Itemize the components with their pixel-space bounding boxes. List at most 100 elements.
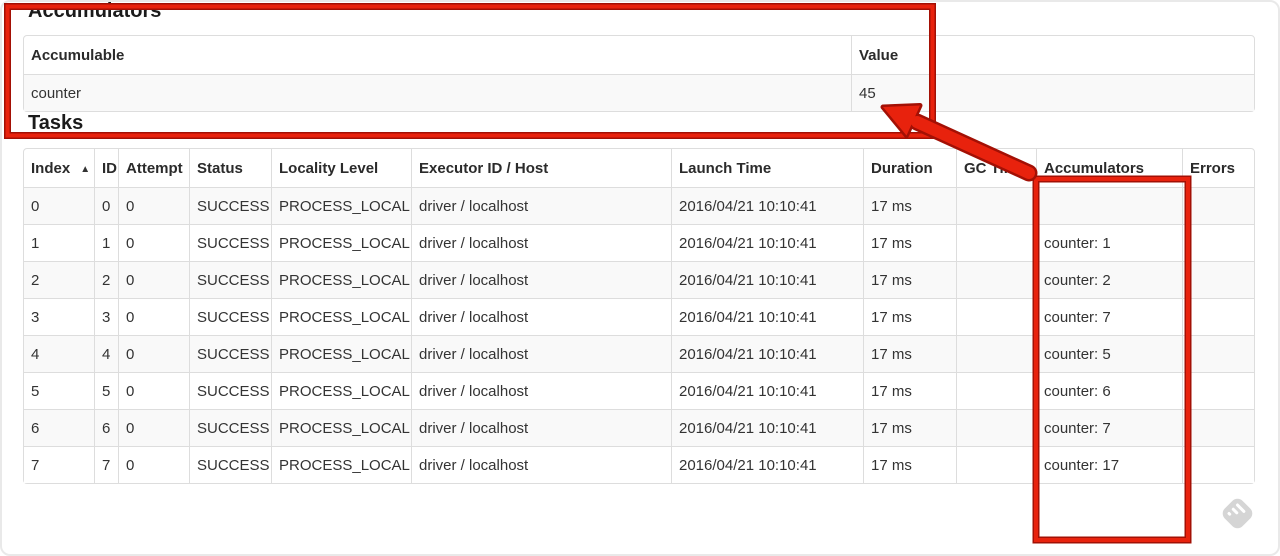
task-row: 3 3 0 SUCCESS PROCESS_LOCAL driver / localhos… [24,298,1254,335]
task-index-cell: 3 [24,298,94,335]
task-executor-cell: driver / localhost [411,409,671,446]
task-duration-cell: 17 ms [863,372,956,409]
task-errors-cell [1182,298,1254,335]
task-id-cell: 1 [94,224,118,261]
task-id-cell: 3 [94,298,118,335]
task-index-cell: 2 [24,261,94,298]
task-locality-cell: PROCESS_LOCAL [271,372,411,409]
watermark-icon [1219,495,1256,532]
col-header-gc-time[interactable]: GC Time [956,149,1036,187]
task-row: 4 4 0 SUCCESS PROCESS_LOCAL driver / localhos… [24,335,1254,372]
tasks-header-row: Index ▲ ID Attempt Status Locality Level … [24,149,1254,187]
col-header-accumulable[interactable]: Accumulable [24,36,851,74]
tasks-table: Index ▲ ID Attempt Status Locality Level … [23,148,1255,484]
task-row: 1 1 0 SUCCESS PROCESS_LOCAL driver / localhos… [24,224,1254,261]
task-accumulators-cell: counter: 5 [1036,335,1182,372]
task-status-cell: SUCCESS [189,446,271,483]
accumulable-name-cell: counter [24,74,851,111]
task-attempt-cell: 0 [118,298,189,335]
task-attempt-cell: 0 [118,224,189,261]
task-errors-cell [1182,187,1254,224]
task-status-cell: SUCCESS [189,372,271,409]
accumulable-value-cell: 45 [851,74,1254,111]
task-id-cell: 5 [94,372,118,409]
task-errors-cell [1182,261,1254,298]
task-executor-cell: driver / localhost [411,446,671,483]
task-gc-time-cell [956,187,1036,224]
task-gc-time-cell [956,372,1036,409]
col-header-index[interactable]: Index ▲ [24,149,94,187]
col-header-errors[interactable]: Errors [1182,149,1254,187]
task-launch-time-cell: 2016/04/21 10:10:41 [671,335,863,372]
task-attempt-cell: 0 [118,372,189,409]
task-row: 0 0 0 SUCCESS PROCESS_LOCAL driver / localhos… [24,187,1254,224]
col-header-attempt[interactable]: Attempt [118,149,189,187]
task-row: 7 7 0 SUCCESS PROCESS_LOCAL driver / localhos… [24,446,1254,483]
task-duration-cell: 17 ms [863,335,956,372]
col-header-executor-id-host[interactable]: Executor ID / Host [411,149,671,187]
task-status-cell: SUCCESS [189,187,271,224]
task-row: 6 6 0 SUCCESS PROCESS_LOCAL driver / localhos… [24,409,1254,446]
stage-page-content: Accumulators Accumulable Value counter 4… [23,0,1255,484]
task-gc-time-cell [956,335,1036,372]
task-id-cell: 2 [94,261,118,298]
sort-asc-icon: ▲ [80,163,91,175]
task-executor-cell: driver / localhost [411,224,671,261]
task-accumulators-cell: counter: 2 [1036,261,1182,298]
accumulators-header-row: Accumulable Value [24,36,1254,74]
task-status-cell: SUCCESS [189,298,271,335]
task-gc-time-cell [956,409,1036,446]
task-errors-cell [1182,409,1254,446]
task-accumulators-cell [1036,187,1182,224]
task-executor-cell: driver / localhost [411,261,671,298]
task-attempt-cell: 0 [118,335,189,372]
task-duration-cell: 17 ms [863,409,956,446]
col-header-status[interactable]: Status [189,149,271,187]
col-header-index-label: Index [31,159,71,177]
task-attempt-cell: 0 [118,446,189,483]
task-duration-cell: 17 ms [863,446,956,483]
col-header-duration[interactable]: Duration [863,149,956,187]
task-status-cell: SUCCESS [189,409,271,446]
task-gc-time-cell [956,446,1036,483]
col-header-launch-time[interactable]: Launch Time [671,149,863,187]
task-index-cell: 1 [24,224,94,261]
task-locality-cell: PROCESS_LOCAL [271,409,411,446]
col-header-value[interactable]: Value [851,36,1254,74]
accumulators-section-title: Accumulators [28,0,162,22]
task-errors-cell [1182,446,1254,483]
task-attempt-cell: 0 [118,261,189,298]
task-duration-cell: 17 ms [863,261,956,298]
task-locality-cell: PROCESS_LOCAL [271,335,411,372]
col-header-accumulators[interactable]: Accumulators [1036,149,1182,187]
task-accumulators-cell: counter: 6 [1036,372,1182,409]
task-launch-time-cell: 2016/04/21 10:10:41 [671,372,863,409]
task-locality-cell: PROCESS_LOCAL [271,261,411,298]
task-index-cell: 5 [24,372,94,409]
col-header-id[interactable]: ID [94,149,118,187]
accumulator-row: counter 45 [24,74,1254,111]
task-duration-cell: 17 ms [863,187,956,224]
task-duration-cell: 17 ms [863,298,956,335]
task-launch-time-cell: 2016/04/21 10:10:41 [671,187,863,224]
task-accumulators-cell: counter: 17 [1036,446,1182,483]
task-locality-cell: PROCESS_LOCAL [271,446,411,483]
col-header-locality-level[interactable]: Locality Level [271,149,411,187]
task-launch-time-cell: 2016/04/21 10:10:41 [671,224,863,261]
task-launch-time-cell: 2016/04/21 10:10:41 [671,446,863,483]
task-errors-cell [1182,372,1254,409]
task-index-cell: 7 [24,446,94,483]
tasks-section-title: Tasks [28,112,84,134]
task-errors-cell [1182,335,1254,372]
task-gc-time-cell [956,224,1036,261]
task-index-cell: 6 [24,409,94,446]
task-gc-time-cell [956,261,1036,298]
task-id-cell: 0 [94,187,118,224]
task-errors-cell [1182,224,1254,261]
task-index-cell: 0 [24,187,94,224]
task-accumulators-cell: counter: 7 [1036,298,1182,335]
task-executor-cell: driver / localhost [411,298,671,335]
task-locality-cell: PROCESS_LOCAL [271,187,411,224]
task-status-cell: SUCCESS [189,224,271,261]
task-executor-cell: driver / localhost [411,372,671,409]
